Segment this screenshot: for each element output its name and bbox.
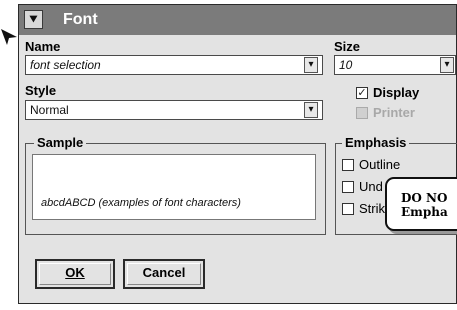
title-bar[interactable]: ⯆ Font (19, 5, 456, 35)
style-label: Style (25, 83, 57, 98)
left-margin (0, 0, 16, 310)
name-dropdown-button[interactable]: ▾ (304, 57, 318, 73)
display-label: Display (373, 85, 420, 100)
cancel-button[interactable]: Cancel (123, 259, 205, 289)
sample-text: abcdABCD (examples of font characters) (41, 197, 241, 209)
pointer-arrow-icon (1, 29, 17, 45)
system-menu-button[interactable]: ⯆ (24, 10, 43, 29)
name-value: font selection (30, 58, 101, 72)
chevron-down-icon: ⯆ (28, 12, 39, 27)
strikeout-label: Strik (359, 201, 385, 216)
size-label: Size (334, 39, 361, 54)
style-field[interactable]: Normal (25, 100, 323, 120)
sample-preview: abcdABCD (examples of font characters) (32, 154, 316, 220)
sample-group: Sample abcdABCD (examples of font charac… (25, 135, 326, 235)
outline-checkbox[interactable] (342, 159, 354, 171)
underline-label: Und (359, 179, 383, 194)
name-field[interactable]: font selection (25, 55, 323, 75)
chevron-down-icon: ▾ (308, 104, 314, 115)
chevron-down-icon: ▾ (308, 59, 314, 70)
cancel-button-label: Cancel (142, 265, 186, 280)
underline-checkbox[interactable] (342, 181, 354, 193)
outline-label: Outline (359, 157, 401, 172)
strikeout-checkbox[interactable] (342, 203, 354, 215)
ok-button[interactable]: OK (35, 259, 115, 289)
callout-bubble: DO NO Empha (385, 177, 457, 231)
display-checkbox[interactable]: ✓ (356, 87, 368, 99)
style-dropdown-button[interactable]: ▾ (304, 102, 318, 118)
size-value: 10 (339, 58, 353, 72)
style-value: Normal (30, 103, 69, 117)
size-dropdown-button[interactable]: ▾ (440, 57, 454, 73)
checkmark-icon: ✓ (357, 87, 367, 99)
window-title: Font (63, 11, 98, 28)
name-label: Name (25, 39, 61, 54)
sample-group-label: Sample (34, 135, 87, 150)
font-dialog: ⯆ Font Name font selection ▾ Size 10 ▾ S… (18, 4, 457, 304)
chevron-down-icon: ▾ (444, 59, 450, 70)
emphasis-group-label: Emphasis (342, 135, 410, 150)
printer-label: Printer (373, 105, 415, 120)
printer-checkbox[interactable] (356, 107, 368, 119)
ok-button-label: OK (65, 265, 85, 280)
size-field[interactable]: 10 (334, 55, 456, 75)
callout-text: DO NO Empha (401, 191, 448, 219)
